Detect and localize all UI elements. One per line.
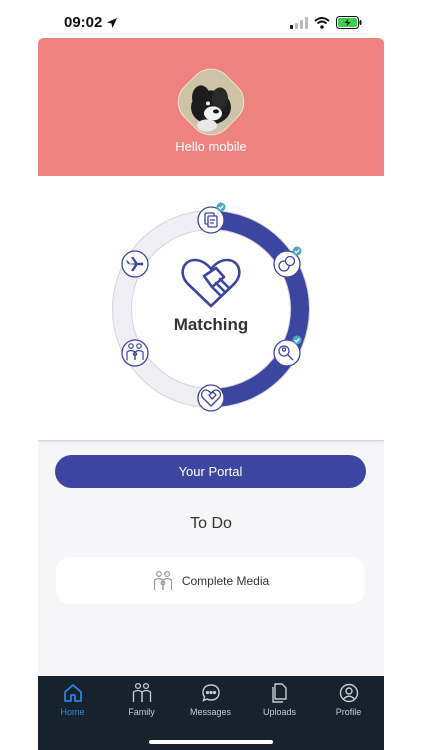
location-arrow-icon: [107, 17, 118, 28]
tab-family[interactable]: Family: [107, 682, 176, 726]
status-time-wrap: 09:02: [64, 14, 118, 31]
status-indicators: [290, 16, 362, 29]
family-icon: [153, 570, 172, 590]
step-family[interactable]: [121, 339, 149, 367]
app-screen: Hello mobile Matching Your Portal To Do …: [38, 38, 384, 750]
wifi-icon: [314, 16, 330, 29]
matching-heart-icon: [181, 258, 241, 308]
tab-messages-label: Messages: [189, 707, 232, 717]
battery-charging-icon: [336, 16, 362, 29]
ring-completed-arc: [210, 211, 309, 407]
todo-item-label: Complete Media: [181, 573, 270, 588]
step-handshake[interactable]: [197, 384, 225, 412]
home-icon: [63, 684, 82, 702]
messages-icon: [201, 684, 220, 702]
journey-progress-ring: Matching: [112, 202, 310, 412]
avatar[interactable]: [168, 59, 254, 145]
tab-profile[interactable]: Profile: [314, 682, 383, 726]
step-travel[interactable]: [121, 250, 149, 278]
step-document[interactable]: [197, 202, 226, 234]
bottom-tab-bar: Home Family Messages Uploads Profile: [38, 676, 384, 750]
ring-center-label: Matching: [174, 315, 249, 334]
check-badge-icon: [292, 246, 302, 256]
check-badge-icon: [292, 335, 302, 345]
tab-home-label: Home: [60, 707, 85, 717]
tab-home[interactable]: Home: [38, 682, 107, 726]
tab-messages[interactable]: Messages: [176, 682, 245, 726]
home-indicator[interactable]: [149, 740, 273, 744]
tab-family-label: Family: [128, 707, 155, 717]
journey-progress-card: Matching: [38, 176, 384, 441]
dog-photo-icon: [171, 63, 251, 144]
uploads-icon: [271, 683, 287, 703]
your-portal-button[interactable]: Your Portal: [55, 455, 366, 488]
status-time: 09:02: [64, 14, 103, 31]
family-icon: [132, 682, 151, 702]
cellular-signal-icon: [290, 16, 308, 29]
tab-uploads[interactable]: Uploads: [245, 682, 314, 726]
profile-icon: [339, 683, 358, 703]
check-badge-icon: [216, 202, 226, 212]
todo-title: To Do: [190, 515, 232, 532]
step-profile-search[interactable]: [273, 335, 302, 367]
todo-item-complete-media[interactable]: Complete Media: [56, 557, 365, 604]
tab-profile-label: Profile: [335, 707, 362, 717]
tab-uploads-label: Uploads: [262, 707, 297, 717]
greeting-text: Hello mobile: [175, 139, 247, 154]
profile-header: Hello mobile: [38, 38, 384, 176]
